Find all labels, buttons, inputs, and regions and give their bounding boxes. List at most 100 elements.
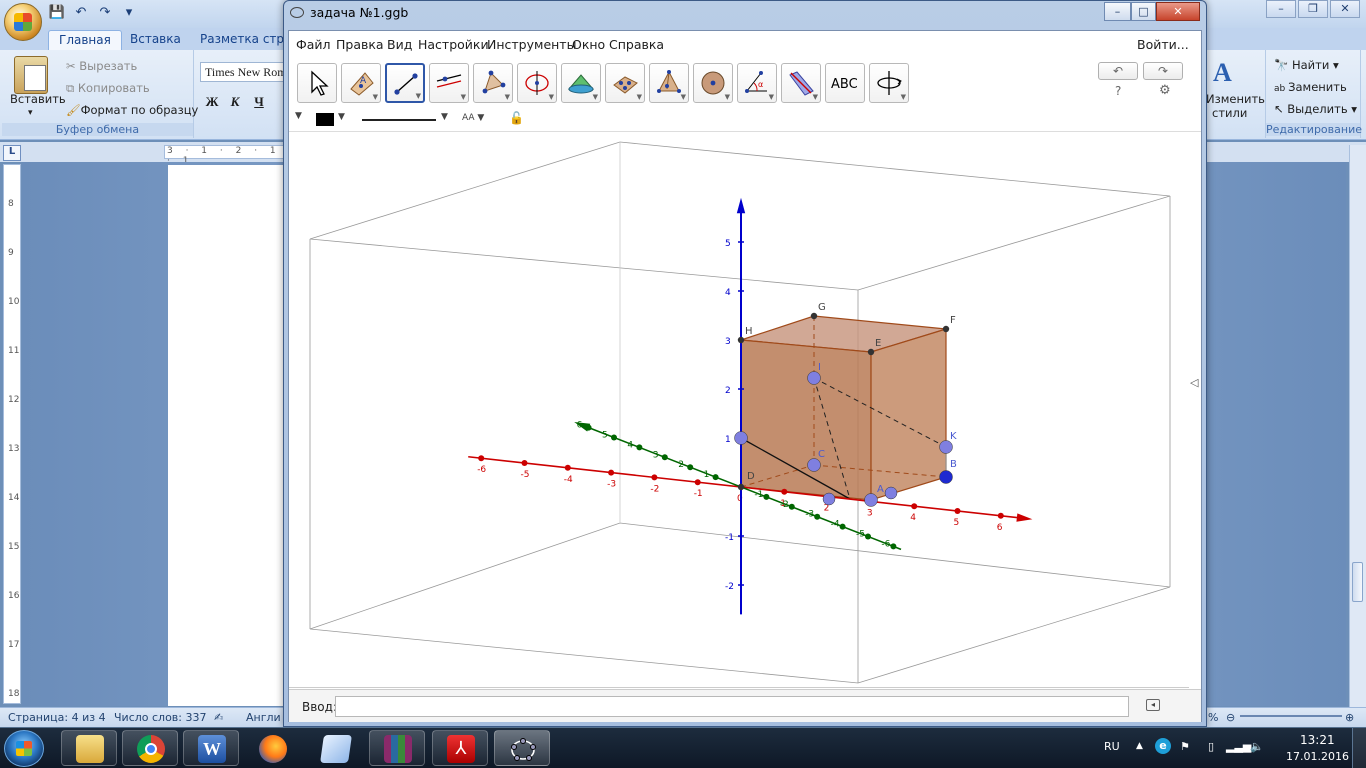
help-icon[interactable]: ? bbox=[1115, 84, 1121, 98]
close-icon[interactable]: ✕ bbox=[1330, 0, 1360, 18]
sphere-tool[interactable]: ▼ bbox=[605, 63, 645, 103]
taskbar-chrome[interactable] bbox=[122, 730, 178, 766]
ie-icon[interactable]: e bbox=[1155, 738, 1171, 754]
prism-tool[interactable]: ▼ bbox=[693, 63, 733, 103]
select-button[interactable]: ↖ Выделить ▾ bbox=[1274, 102, 1357, 116]
line-style-dropdown-icon[interactable]: ▼ bbox=[441, 112, 448, 122]
network-icon[interactable]: ▂▃▅ bbox=[1226, 740, 1251, 753]
zoom-in-icon[interactable]: ⊕ bbox=[1345, 711, 1354, 724]
font-name-combo[interactable]: Times New Rom bbox=[200, 62, 286, 82]
color-swatch[interactable] bbox=[316, 113, 334, 126]
office-button[interactable] bbox=[4, 3, 42, 41]
document-page[interactable] bbox=[168, 165, 286, 706]
restore-icon[interactable]: ❐ bbox=[1298, 0, 1328, 18]
volume-icon[interactable]: 🔈 bbox=[1250, 740, 1264, 753]
circle-tool[interactable]: ▼ bbox=[517, 63, 557, 103]
find-button[interactable]: 🔭 Найти ▾ bbox=[1274, 58, 1339, 72]
scrollbar-thumb[interactable] bbox=[1352, 562, 1363, 602]
line-style-preview[interactable] bbox=[362, 119, 436, 121]
point-unlabeled[interactable] bbox=[822, 492, 836, 506]
menu-file[interactable]: Файл bbox=[296, 37, 331, 52]
flag-icon[interactable]: ⚑ bbox=[1180, 740, 1190, 753]
cube[interactable] bbox=[740, 315, 947, 501]
copy-button[interactable]: ⧉ Копировать bbox=[66, 81, 150, 96]
stylebar-toggle-icon[interactable]: ▼ bbox=[295, 111, 302, 121]
point-C[interactable] bbox=[807, 458, 821, 472]
menu-view[interactable]: Вид bbox=[387, 37, 412, 52]
redo-button[interactable]: ↷ bbox=[1143, 62, 1183, 80]
line-tool[interactable]: ▼ bbox=[385, 63, 425, 103]
save-icon[interactable]: 💾 bbox=[48, 4, 66, 22]
side-panel-toggle-icon[interactable]: ◁ bbox=[1190, 376, 1200, 392]
point-on-z-axis[interactable] bbox=[734, 431, 748, 445]
taskbar-acrobat[interactable]: ⅄ bbox=[432, 730, 488, 766]
pyramid-tool[interactable]: ▼ bbox=[649, 63, 689, 103]
replace-button[interactable]: ab Заменить bbox=[1274, 80, 1347, 94]
graphics-3d-view[interactable]: -6-5-4-3-2-10123456-6-5-4-3-2-1123456-2-… bbox=[289, 132, 1189, 688]
point-H[interactable] bbox=[737, 336, 745, 344]
paste-dropdown-icon[interactable]: ▾ bbox=[28, 108, 33, 118]
underline-button[interactable]: Ч bbox=[248, 92, 270, 112]
point-A[interactable] bbox=[864, 493, 878, 507]
vertical-scrollbar[interactable] bbox=[1349, 145, 1366, 707]
point-tool[interactable]: A ▼ bbox=[341, 63, 381, 103]
paste-icon[interactable] bbox=[14, 56, 48, 94]
bold-button[interactable]: Ж bbox=[201, 92, 223, 112]
clock-date[interactable]: 17.01.2016 bbox=[1286, 750, 1349, 763]
point-B[interactable] bbox=[939, 470, 953, 484]
color-dropdown-icon[interactable]: ▼ bbox=[338, 112, 345, 122]
maximize-icon[interactable]: □ bbox=[1131, 2, 1156, 21]
qat-menu-icon[interactable]: ▾ bbox=[120, 4, 138, 22]
perpendicular-tool[interactable]: ▼ bbox=[429, 63, 469, 103]
change-styles-label[interactable]: Изменить bbox=[1206, 92, 1265, 106]
lock-icon[interactable]: 🔓 bbox=[509, 111, 524, 125]
minimize-icon[interactable]: – bbox=[1104, 2, 1131, 21]
zoom-out-icon[interactable]: ⊖ bbox=[1226, 711, 1235, 724]
language-indicator[interactable]: RU bbox=[1104, 740, 1120, 753]
close-icon[interactable]: ✕ bbox=[1156, 2, 1200, 21]
spellcheck-icon[interactable]: ✍ bbox=[214, 711, 223, 724]
page-count[interactable]: Страница: 4 из 4 bbox=[8, 711, 106, 724]
point-K[interactable] bbox=[939, 440, 953, 454]
zoom-percent[interactable]: % bbox=[1208, 711, 1218, 724]
angle-tool[interactable]: α ▼ bbox=[737, 63, 777, 103]
reflect-tool[interactable]: ▼ bbox=[781, 63, 821, 103]
language-indicator[interactable]: Англи bbox=[246, 711, 281, 724]
undo-icon[interactable]: ↶ bbox=[72, 4, 90, 22]
format-painter-button[interactable]: 🖌Формат по образцу bbox=[66, 103, 198, 117]
cut-button[interactable]: ✂ Вырезать bbox=[66, 59, 137, 73]
word-count[interactable]: Число слов: 337 bbox=[114, 711, 207, 724]
change-styles-icon[interactable]: A bbox=[1213, 58, 1247, 88]
move-tool[interactable] bbox=[297, 63, 337, 103]
menu-options[interactable]: Настройки bbox=[418, 37, 489, 52]
tab-insert[interactable]: Вставка bbox=[120, 30, 191, 50]
start-button[interactable] bbox=[4, 730, 44, 767]
input-field[interactable] bbox=[335, 696, 1129, 717]
undo-button[interactable]: ↶ bbox=[1098, 62, 1138, 80]
taskbar-notes[interactable] bbox=[307, 730, 363, 766]
settings-gear-icon[interactable]: ⚙ bbox=[1159, 83, 1171, 98]
menu-window[interactable]: Окно bbox=[572, 37, 605, 52]
taskbar-firefox[interactable] bbox=[244, 730, 300, 766]
taskbar-word[interactable]: W bbox=[183, 730, 239, 766]
taskbar-explorer[interactable] bbox=[61, 730, 117, 766]
paste-button[interactable]: Вставить bbox=[10, 92, 66, 106]
menu-tools[interactable]: Инструменты bbox=[487, 37, 576, 52]
polygon-tool[interactable]: ▼ bbox=[473, 63, 513, 103]
point-unlabeled[interactable] bbox=[884, 486, 898, 500]
minimize-icon[interactable]: – bbox=[1266, 0, 1296, 18]
zoom-slider[interactable] bbox=[1240, 715, 1342, 717]
tab-home[interactable]: Главная bbox=[48, 30, 122, 50]
italic-button[interactable]: К bbox=[224, 92, 246, 112]
point-E[interactable] bbox=[867, 348, 875, 356]
point-G[interactable] bbox=[810, 312, 818, 320]
taskbar-winrar[interactable] bbox=[369, 730, 425, 766]
menu-edit[interactable]: Правка bbox=[336, 37, 384, 52]
show-desktop-button[interactable] bbox=[1352, 728, 1366, 768]
scene-3d[interactable]: -6-5-4-3-2-10123456-6-5-4-3-2-1123456-2-… bbox=[289, 132, 1189, 688]
sign-in-link[interactable]: Войти... bbox=[1137, 37, 1189, 52]
tab-stop-selector[interactable]: L bbox=[3, 145, 21, 161]
taskbar-geogebra[interactable] bbox=[494, 730, 550, 766]
point-I[interactable] bbox=[807, 371, 821, 385]
battery-icon[interactable]: ▯ bbox=[1208, 740, 1214, 753]
